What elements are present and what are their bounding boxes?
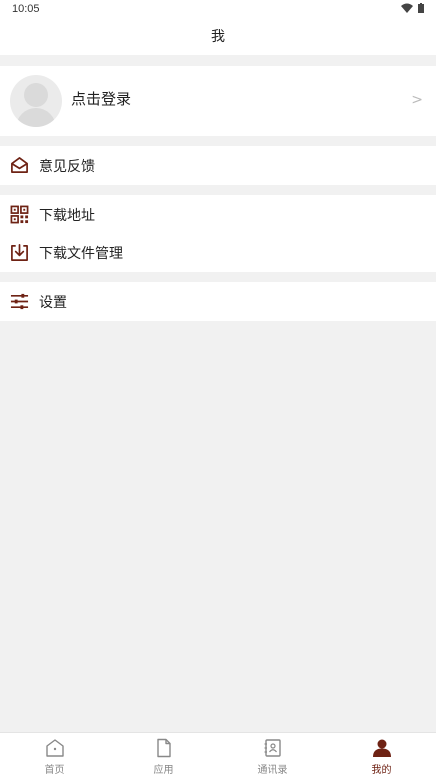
download-tray-icon — [11, 244, 28, 261]
battery-icon — [418, 3, 424, 13]
user-icon — [372, 739, 391, 757]
status-bar: 10:05 — [0, 0, 436, 20]
tab-home[interactable]: 首页 — [0, 733, 109, 776]
menu-item-download-manager[interactable]: 下载文件管理 — [0, 233, 436, 272]
menu-item-download-address-label: 下载地址 — [39, 208, 95, 224]
page-header: 我 — [0, 20, 436, 55]
avatar — [10, 75, 62, 127]
page-title: 我 — [211, 29, 225, 45]
tab-me-label: 我的 — [371, 765, 392, 776]
status-icons — [401, 3, 424, 13]
tab-contacts[interactable]: 通讯录 — [218, 733, 327, 776]
bottom-tab-bar: 首页 应用 通讯录 我的 — [0, 732, 436, 776]
tab-contacts-label: 通讯录 — [257, 765, 288, 776]
contacts-icon — [264, 739, 281, 757]
download-section: 下载地址 下载文件管理 — [0, 195, 436, 272]
sliders-icon — [10, 293, 29, 310]
feedback-section: 意见反馈 — [0, 146, 436, 185]
qr-code-icon — [10, 205, 29, 224]
status-time: 10:05 — [12, 3, 40, 15]
menu-item-download-manager-label: 下载文件管理 — [39, 246, 123, 262]
settings-section: 设置 — [0, 282, 436, 321]
profile-login-row[interactable]: 点击登录 > — [0, 66, 436, 136]
menu-item-feedback-label: 意见反馈 — [39, 159, 95, 175]
tab-home-label: 首页 — [44, 765, 65, 776]
tab-apps-label: 应用 — [153, 765, 174, 776]
document-icon — [156, 738, 171, 758]
menu-item-settings-label: 设置 — [39, 295, 67, 311]
menu-item-feedback[interactable]: 意见反馈 — [0, 146, 436, 185]
wifi-icon — [401, 3, 413, 13]
menu-item-settings[interactable]: 设置 — [0, 282, 436, 321]
menu-item-download-address[interactable]: 下载地址 — [0, 195, 436, 234]
login-label: 点击登录 — [71, 90, 132, 108]
envelope-icon — [11, 157, 28, 174]
tab-apps[interactable]: 应用 — [109, 733, 218, 776]
chevron-right-icon: > — [411, 92, 423, 108]
home-icon — [45, 739, 64, 757]
tab-me[interactable]: 我的 — [327, 733, 436, 776]
